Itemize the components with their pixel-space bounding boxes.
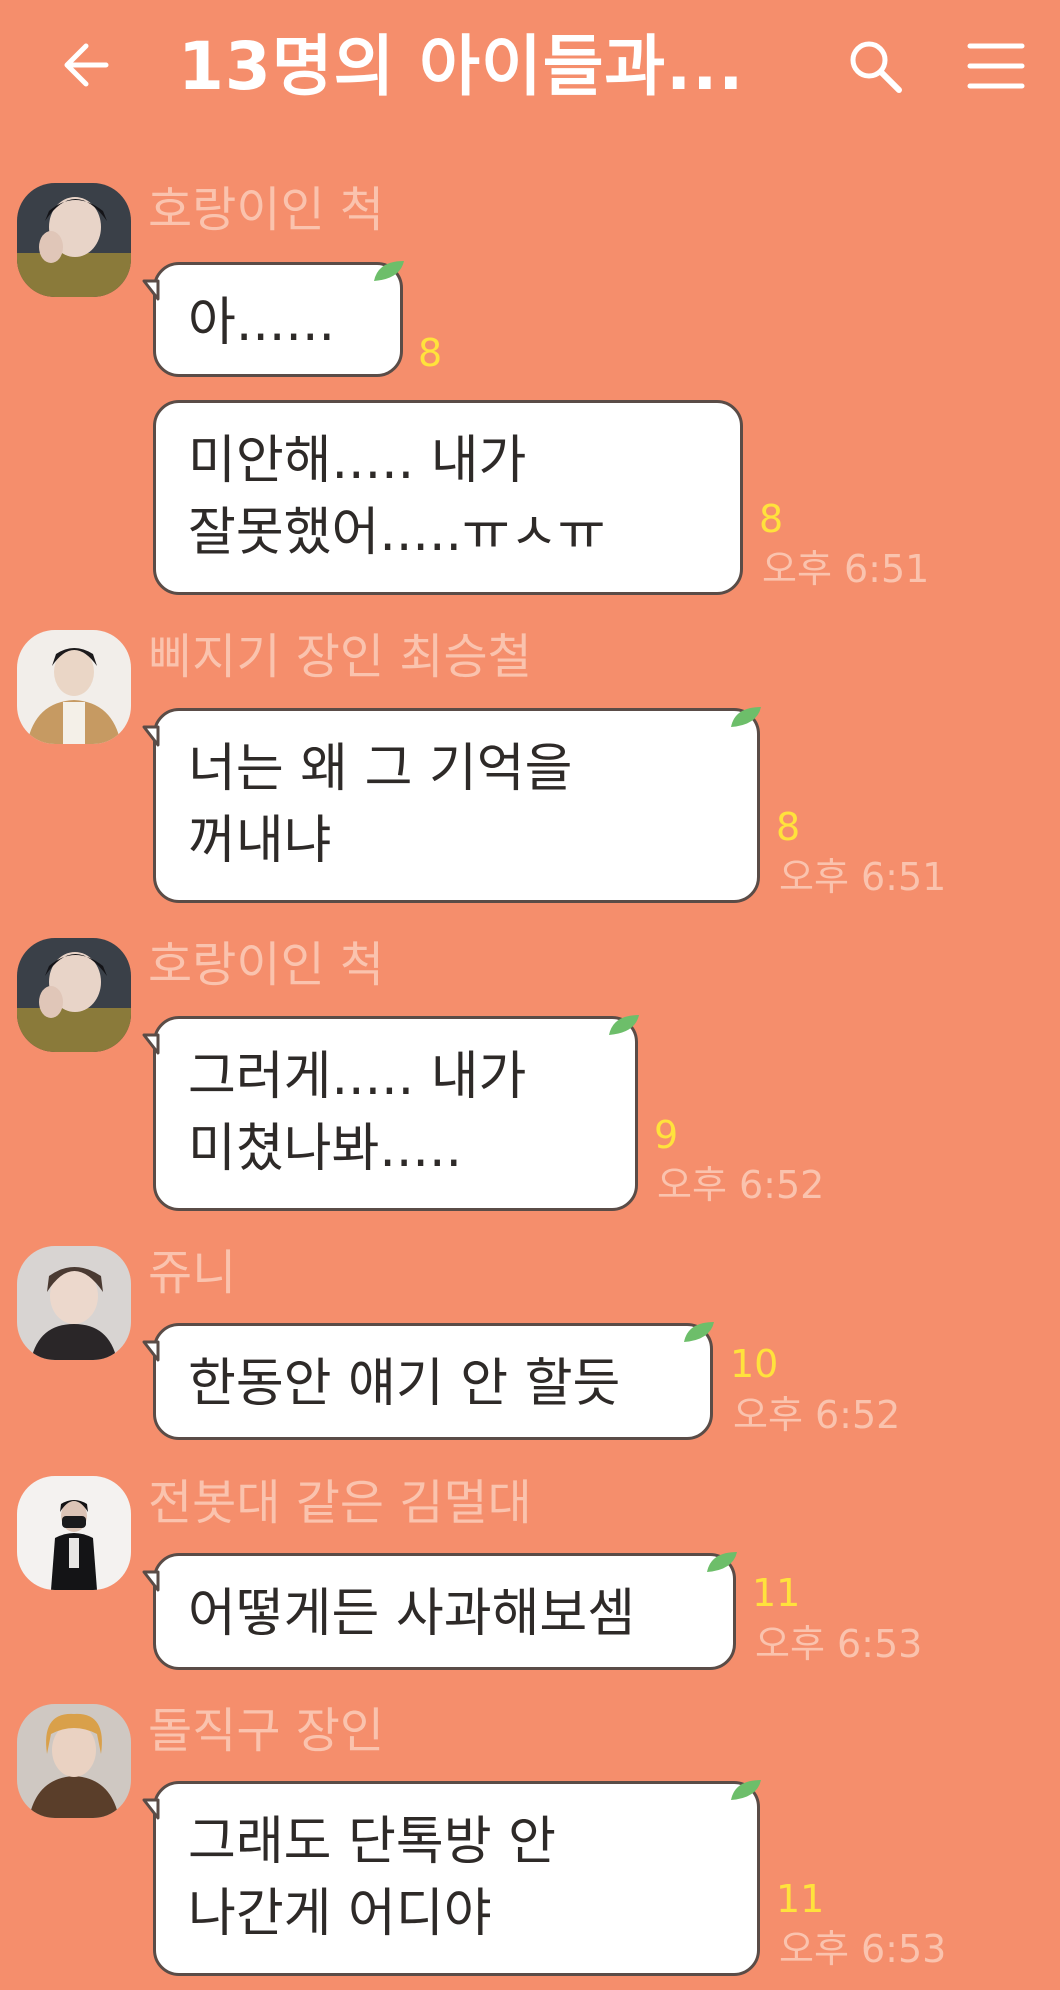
profile-photo	[17, 630, 131, 744]
message-time: 오후 6:51	[779, 855, 947, 899]
unread-count: 8	[418, 331, 443, 375]
unread-count: 8	[776, 805, 801, 849]
profile-photo	[17, 1246, 131, 1360]
message-text: 꺼내냐	[188, 811, 332, 871]
chat-room-title: 13명의 아이들과...	[178, 28, 745, 105]
leaf-icon	[731, 1780, 761, 1800]
message-text: 그러게..... 내가	[188, 1047, 527, 1107]
sender-avatar[interactable]	[17, 1246, 131, 1360]
sender-name: 호랑이인 척	[148, 937, 385, 993]
message-bubble[interactable]: 미안해..... 내가 잘못했어.....ㅠㅅㅠ	[153, 400, 743, 595]
message-time: 오후 6:51	[762, 547, 930, 591]
search-button[interactable]	[845, 36, 905, 96]
sender-name: 호랑이인 척	[148, 182, 385, 238]
unread-count: 9	[654, 1113, 679, 1157]
back-arrow-icon	[64, 43, 109, 87]
profile-photo	[17, 183, 131, 297]
bubble-tail	[142, 725, 160, 747]
message-text: 한동안 얘기 안 할듯	[188, 1354, 621, 1414]
message-text: 아......	[188, 293, 336, 353]
leaf-icon	[684, 1322, 714, 1342]
back-button[interactable]	[58, 35, 118, 95]
message-time: 오후 6:52	[657, 1163, 825, 1207]
message-time: 오후 6:53	[755, 1622, 923, 1666]
message-text: 잘못했어.....ㅠㅅㅠ	[188, 503, 606, 563]
message-bubble[interactable]: 한동안 얘기 안 할듯	[142, 1322, 714, 1440]
message-text: 미안해..... 내가	[188, 431, 527, 491]
sender-name: 전봇대 같은 김멀대	[148, 1475, 532, 1531]
hamburger-menu-icon	[967, 43, 1025, 89]
search-icon	[850, 41, 902, 93]
unread-count: 11	[752, 1571, 801, 1615]
sender-avatar[interactable]	[17, 183, 131, 297]
sender-avatar[interactable]	[17, 1476, 131, 1590]
sender-avatar[interactable]	[17, 938, 131, 1052]
sender-name: 돌직구 장인	[148, 1703, 385, 1759]
leaf-icon	[374, 261, 404, 281]
message-text: 나간게 어디야	[188, 1884, 492, 1944]
message-time: 오후 6:52	[733, 1393, 901, 1437]
chat-header: 13명의 아이들과...	[0, 0, 1060, 140]
bubble-tail	[142, 1570, 160, 1592]
message-text: 어떻게든 사과해보셈	[188, 1584, 636, 1644]
bubble-tail	[142, 279, 160, 301]
message-text: 너는 왜 그 기억을	[188, 739, 573, 799]
leaf-icon	[707, 1552, 737, 1572]
unread-count: 11	[776, 1877, 825, 1921]
message-bubble[interactable]: 너는 왜 그 기억을 꺼내냐	[142, 707, 761, 903]
message-time: 오후 6:53	[779, 1927, 947, 1971]
bubble-tail	[142, 1033, 160, 1055]
bubble-tail	[142, 1340, 160, 1362]
message-bubble[interactable]: 그래도 단톡방 안 나간게 어디야	[142, 1780, 761, 1976]
unread-count: 10	[730, 1342, 779, 1386]
message-text: 그래도 단톡방 안	[188, 1812, 556, 1872]
profile-photo	[17, 1476, 131, 1590]
unread-count: 8	[759, 497, 784, 541]
sender-avatar[interactable]	[17, 1704, 131, 1818]
message-bubble[interactable]: 어떻게든 사과해보셈	[142, 1552, 737, 1670]
message-bubble[interactable]: 그러게..... 내가 미쳤나봐.....	[142, 1015, 639, 1211]
leaf-icon	[731, 707, 761, 727]
profile-photo	[17, 938, 131, 1052]
sender-name: 삐지기 장인 최승철	[148, 629, 532, 685]
profile-photo	[17, 1704, 131, 1818]
message-text: 미쳤나봐.....	[188, 1119, 463, 1179]
message-bubble[interactable]: 아......	[142, 261, 404, 377]
sender-name: 쥬니	[148, 1245, 237, 1301]
menu-button[interactable]	[966, 40, 1026, 92]
sender-avatar[interactable]	[17, 630, 131, 744]
leaf-icon	[609, 1015, 639, 1035]
bubble-tail	[142, 1798, 160, 1820]
